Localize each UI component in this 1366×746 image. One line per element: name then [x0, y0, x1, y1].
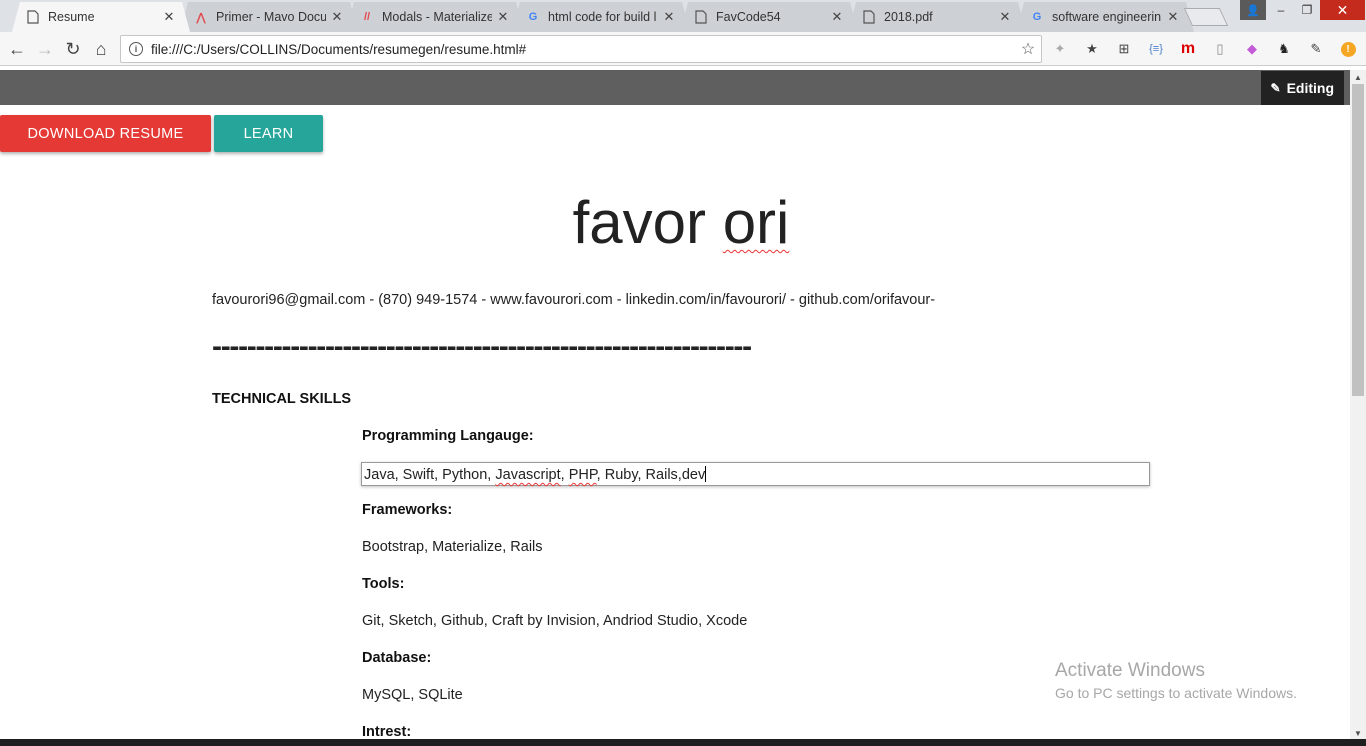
forward-icon[interactable]: → [34, 38, 56, 60]
close-icon[interactable]: ✕ [1162, 9, 1184, 25]
page-icon [694, 10, 708, 24]
materialize-icon: // [363, 11, 371, 23]
new-tab-button[interactable] [1183, 8, 1229, 26]
tab-title: software engineerin [1052, 10, 1162, 24]
tab-title: 2018.pdf [884, 10, 933, 24]
scroll-up-icon[interactable]: ▲ [1350, 70, 1366, 84]
programming-text: PHP [568, 467, 597, 483]
pencil-icon: ✎ [1270, 81, 1281, 95]
back-icon[interactable]: ← [6, 38, 28, 60]
learn-button[interactable]: LEARN [214, 115, 323, 152]
scrollbar-thumb[interactable] [1352, 84, 1364, 396]
tab-strip: Resume ✕ ⋀ Primer - Mavo Docu ✕ // Modal… [0, 0, 1366, 32]
extension-icon[interactable]: ✦ [1050, 39, 1070, 59]
tools-value[interactable]: Git, Sketch, Github, Craft by Invision, … [362, 613, 747, 629]
tab-title: Resume [48, 10, 95, 24]
mavo-bar: ✎ Editing [0, 70, 1350, 105]
programming-text: Javascript [495, 467, 561, 483]
close-icon[interactable]: ✕ [158, 9, 180, 25]
close-icon[interactable]: ✕ [658, 9, 680, 25]
contact-info[interactable]: favourori96@gmail.com - (870) 949-1574 -… [212, 292, 935, 308]
url-text[interactable]: file:///C:/Users/COLLINS/Documents/resum… [151, 42, 1015, 57]
color-icon[interactable]: ◆ [1242, 39, 1262, 59]
tools-label[interactable]: Tools: [362, 576, 404, 592]
google-icon: G [1032, 11, 1042, 23]
close-icon[interactable]: ✕ [492, 9, 514, 25]
horse-icon[interactable]: ♞ [1274, 39, 1294, 59]
browser-toolbar: ← → ↻ ⌂ i file:///C:/Users/COLLINS/Docum… [0, 32, 1366, 66]
interest-label[interactable]: Intrest: [362, 724, 411, 740]
frameworks-label[interactable]: Frameworks: [362, 502, 452, 518]
resume-name[interactable]: favor ori [0, 188, 1362, 257]
add-icon[interactable]: ⊞ [1114, 39, 1134, 59]
programming-text: , [560, 467, 569, 483]
tab-favcode[interactable]: FavCode54 ✕ [680, 2, 858, 32]
close-icon[interactable]: ✕ [326, 9, 348, 25]
reload-icon[interactable]: ↻ [62, 38, 84, 60]
frameworks-value[interactable]: Bootstrap, Materialize, Rails [362, 539, 543, 555]
database-value[interactable]: MySQL, SQLite [362, 687, 463, 703]
tab-title: FavCode54 [716, 10, 781, 24]
eyedropper-icon[interactable]: ✎ [1306, 39, 1326, 59]
divider-line: ----------------------------------------… [212, 330, 752, 363]
tab-title: Primer - Mavo Docu [216, 10, 326, 24]
section-title-technical-skills[interactable]: TECHNICAL SKILLS [212, 391, 351, 407]
editing-toggle[interactable]: ✎ Editing [1260, 71, 1344, 105]
programming-label[interactable]: Programming Langauge: [362, 428, 534, 444]
window-controls: – ❐ ✕ [1268, 0, 1365, 20]
taskbar [0, 739, 1366, 746]
mendeley-icon[interactable]: m [1178, 39, 1198, 59]
name-last[interactable]: ori [723, 189, 790, 256]
programming-input[interactable]: Java, Swift, Python, Javascript, PHP, Ru… [361, 462, 1150, 486]
restore-icon[interactable]: ❐ [1294, 0, 1320, 20]
home-icon[interactable]: ⌂ [90, 38, 112, 60]
alert-icon[interactable]: ! [1338, 39, 1358, 59]
bracket-icon[interactable]: ▯ [1210, 39, 1230, 59]
tab-pdf[interactable]: 2018.pdf ✕ [848, 2, 1026, 32]
page-icon [862, 10, 876, 24]
tab-software[interactable]: G software engineerin ✕ [1016, 2, 1194, 32]
google-icon: G [528, 11, 538, 23]
text-caret [705, 466, 707, 482]
profile-icon[interactable]: 👤 [1240, 0, 1266, 20]
json-icon[interactable]: {≡} [1146, 39, 1166, 59]
close-icon[interactable]: ✕ [994, 9, 1016, 25]
activate-windows-subtitle: Go to PC settings to activate Windows. [1055, 685, 1297, 701]
name-first[interactable]: favor [573, 189, 706, 256]
tab-modals[interactable]: // Modals - Materialize ✕ [346, 2, 524, 32]
programming-text: Java, Swift, Python, [364, 467, 496, 483]
minimize-icon[interactable]: – [1268, 0, 1294, 20]
tab-title: html code for build l [548, 10, 657, 24]
activate-windows-title: Activate Windows [1055, 660, 1205, 681]
tab-primer[interactable]: ⋀ Primer - Mavo Docu ✕ [180, 2, 358, 32]
tab-title: Modals - Materialize [382, 10, 492, 24]
scroll-down-icon[interactable]: ▼ [1350, 726, 1366, 740]
address-bar[interactable]: i file:///C:/Users/COLLINS/Documents/res… [120, 35, 1042, 63]
page-icon [26, 10, 40, 24]
scrollbar[interactable]: ▲ ▼ [1350, 70, 1366, 740]
tab-html-code[interactable]: G html code for build l ✕ [512, 2, 690, 32]
bookmark-icon[interactable]: ★ [1082, 39, 1102, 59]
info-icon[interactable]: i [129, 42, 143, 56]
window-close-icon[interactable]: ✕ [1320, 0, 1365, 20]
programming-text: , Ruby, Rails,dev [596, 467, 706, 483]
mavo-icon: ⋀ [196, 11, 206, 24]
download-resume-button[interactable]: DOWNLOAD RESUME [0, 115, 211, 152]
database-label[interactable]: Database: [362, 650, 431, 666]
tab-resume[interactable]: Resume ✕ [12, 2, 190, 32]
editing-label: Editing [1286, 80, 1334, 96]
star-icon[interactable]: ☆ [1015, 39, 1041, 59]
close-icon[interactable]: ✕ [826, 9, 848, 25]
